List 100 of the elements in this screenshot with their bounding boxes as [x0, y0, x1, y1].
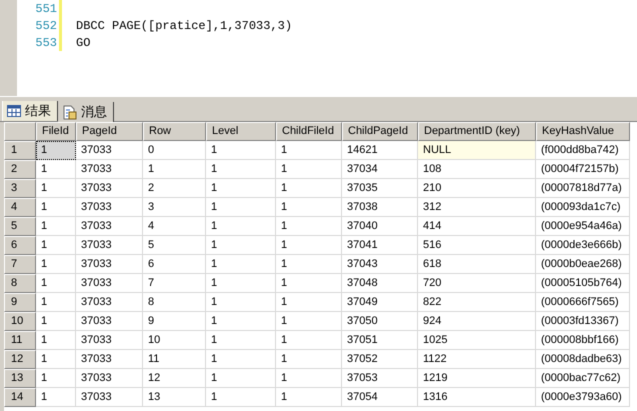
- row-number[interactable]: 4: [4, 198, 36, 217]
- table-cell: 37033: [76, 217, 143, 236]
- tab[interactable]: 消息: [58, 102, 114, 122]
- row-number[interactable]: 14: [4, 388, 36, 407]
- table-cell: 1219: [418, 369, 536, 388]
- table-cell: 37034: [342, 160, 418, 179]
- table-cell: 1: [276, 255, 342, 274]
- table-cell: 37041: [342, 236, 418, 255]
- table-cell: 0: [143, 141, 206, 160]
- row-number[interactable]: 8: [4, 274, 36, 293]
- table-cell: (0000666f7565): [536, 293, 630, 312]
- table-cell: 1: [276, 388, 342, 407]
- table-cell: 1: [206, 274, 276, 293]
- table-cell: 1: [36, 160, 76, 179]
- table-cell: 1: [276, 236, 342, 255]
- line-number: 551: [34, 2, 57, 16]
- table-cell: 1: [276, 160, 342, 179]
- row-number[interactable]: 5: [4, 217, 36, 236]
- table-cell: NULL: [418, 141, 536, 160]
- table-cell: 37033: [76, 331, 143, 350]
- table-cell: 1: [276, 141, 342, 160]
- table-cell: 37033: [76, 350, 143, 369]
- table-cell: 1: [276, 350, 342, 369]
- table-cell: 5: [143, 236, 206, 255]
- table-cell: 1: [143, 160, 206, 179]
- table-cell: 37054: [342, 388, 418, 407]
- table-cell: 1: [206, 388, 276, 407]
- table-cell: 13: [143, 388, 206, 407]
- table-cell: 1: [206, 236, 276, 255]
- table-cell: 720: [418, 274, 536, 293]
- row-number[interactable]: 12: [4, 350, 36, 369]
- table-cell: (000008bbf166): [536, 331, 630, 350]
- table-cell: 37033: [76, 179, 143, 198]
- table-cell: 37033: [76, 198, 143, 217]
- table-cell: 1: [276, 274, 342, 293]
- table-cell: 1: [36, 274, 76, 293]
- table-cell: 37033: [76, 312, 143, 331]
- table-cell: 6: [143, 255, 206, 274]
- row-number[interactable]: 2: [4, 160, 36, 179]
- table-cell: 37035: [342, 179, 418, 198]
- table-cell: 12: [143, 369, 206, 388]
- table-cell: 1: [276, 369, 342, 388]
- row-number[interactable]: 10: [4, 312, 36, 331]
- table-cell: 37033: [76, 236, 143, 255]
- column-header[interactable]: PageId: [76, 122, 143, 141]
- table-cell: 1025: [418, 331, 536, 350]
- table-cell: 1: [206, 293, 276, 312]
- table-cell: 1: [276, 198, 342, 217]
- table-cell: 1: [276, 217, 342, 236]
- table-cell: (00007818d77a): [536, 179, 630, 198]
- table-cell: 1: [36, 293, 76, 312]
- table-cell: (f000dd8ba742): [536, 141, 630, 160]
- table-cell: (0000bac77c62): [536, 369, 630, 388]
- table-cell: (00008dadbe63): [536, 350, 630, 369]
- table-cell: 1: [36, 217, 76, 236]
- table-cell: 37053: [342, 369, 418, 388]
- table-cell: 1: [36, 312, 76, 331]
- table-cell: 1: [276, 331, 342, 350]
- table-cell: 37038: [342, 198, 418, 217]
- table-cell: 7: [143, 274, 206, 293]
- column-header[interactable]: Row: [143, 122, 206, 141]
- column-header[interactable]: KeyHashValue: [536, 122, 630, 141]
- table-cell: 1316: [418, 388, 536, 407]
- table-cell: 1: [206, 198, 276, 217]
- table-cell: (000093da1c7c): [536, 198, 630, 217]
- column-header[interactable]: ChildPageId: [342, 122, 418, 141]
- table-cell: 1: [36, 331, 76, 350]
- row-number[interactable]: 1: [4, 141, 36, 160]
- row-number[interactable]: 9: [4, 293, 36, 312]
- row-number[interactable]: 6: [4, 236, 36, 255]
- table-cell: (0000de3e666b): [536, 236, 630, 255]
- table-cell: 37033: [76, 369, 143, 388]
- table-cell: 1: [276, 179, 342, 198]
- column-header[interactable]: ChildFileId: [276, 122, 342, 141]
- row-number[interactable]: 7: [4, 255, 36, 274]
- table-cell: 924: [418, 312, 536, 331]
- table-cell: 1: [36, 369, 76, 388]
- table-cell: 1: [36, 236, 76, 255]
- table-cell: 10: [143, 331, 206, 350]
- table-cell: 37049: [342, 293, 418, 312]
- corner-header[interactable]: [4, 122, 36, 141]
- table-cell: 3: [143, 198, 206, 217]
- table-cell: 1: [276, 293, 342, 312]
- column-header[interactable]: Level: [206, 122, 276, 141]
- column-header[interactable]: DepartmentID (key): [418, 122, 536, 141]
- table-cell: 8: [143, 293, 206, 312]
- row-number[interactable]: 11: [4, 331, 36, 350]
- table-cell: 37048: [342, 274, 418, 293]
- table-cell: 516: [418, 236, 536, 255]
- table-cell: 1: [36, 255, 76, 274]
- line-number: 553: [34, 36, 57, 50]
- row-number[interactable]: 13: [4, 369, 36, 388]
- tab[interactable]: 结果: [2, 101, 58, 121]
- table-cell: 1: [36, 388, 76, 407]
- table-cell: 37033: [76, 141, 143, 160]
- column-header[interactable]: FileId: [36, 122, 76, 141]
- table-cell: 1122: [418, 350, 536, 369]
- document-icon: [63, 104, 77, 120]
- row-number[interactable]: 3: [4, 179, 36, 198]
- table-cell: 37043: [342, 255, 418, 274]
